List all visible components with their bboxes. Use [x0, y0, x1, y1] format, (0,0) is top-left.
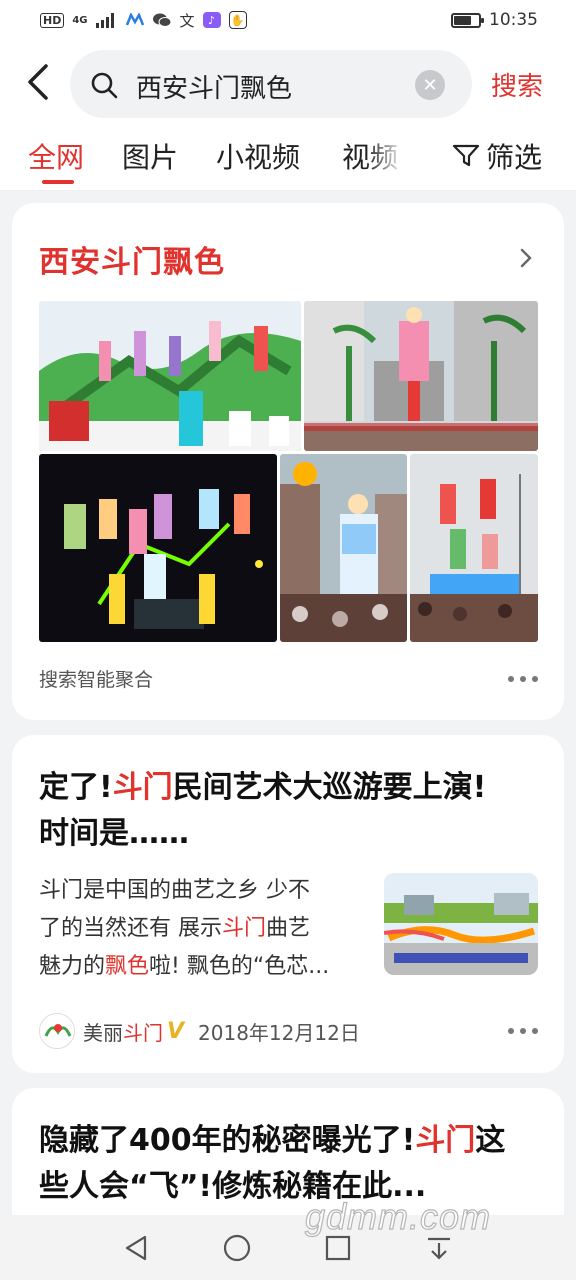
title-highlight: 斗门 [112, 770, 173, 805]
article-source[interactable]: 美丽 斗门 V 2018年12月12日 [39, 1013, 360, 1049]
title-text: 民间艺术大巡游要上演! [172, 770, 487, 805]
translate-icon: 文 [179, 11, 195, 30]
publish-date: 2018年12月12日 [198, 1020, 360, 1045]
status-icons: HD 4G 文 ♪ ✋ [40, 10, 247, 31]
snippet-text: 魅力的 [39, 954, 106, 979]
app-m-icon [125, 13, 144, 26]
result-image-2[interactable] [304, 301, 538, 451]
snippet-highlight: 斗门 [222, 916, 267, 941]
tab-all[interactable]: 全网 [28, 136, 84, 176]
filter-label: 筛选 [486, 141, 543, 174]
nav-home-icon[interactable] [222, 1233, 252, 1263]
aggregate-footer: 搜索智能聚合 [39, 669, 154, 691]
article-snippet: 斗门是中国的曲艺之乡 少不 了的当然还有 展示斗门曲艺 魅力的飘色啦! 飘色的“… [39, 872, 369, 986]
hd-icon: HD [40, 12, 65, 28]
search-input[interactable]: 西安斗门飘色 [136, 68, 292, 105]
tab-bar: 全网 图片 小视频 视频 筛选 [0, 126, 576, 191]
tab-divider [0, 190, 576, 191]
back-arrow-icon[interactable] [22, 62, 56, 102]
music-icon: ♪ [202, 12, 221, 28]
active-tab-indicator [42, 180, 74, 184]
tab-short-video[interactable]: 小视频 [216, 136, 300, 176]
snippet-text: 了的当然还有 展示 [39, 916, 222, 941]
title-text: 这 [475, 1123, 506, 1158]
source-name[interactable]: 美丽 [83, 1017, 123, 1046]
filter-icon [452, 144, 480, 167]
search-button[interactable]: 搜索 [491, 66, 543, 103]
snippet-text: 斗门是中国的曲艺之乡 少不 [39, 878, 310, 903]
source-name-highlight[interactable]: 斗门 [123, 1017, 163, 1046]
search-header: 西安斗门飘色 ✕ 搜索 [0, 40, 576, 126]
image-aggregate-card[interactable]: 西安斗门飘色 搜索智能聚合 [12, 203, 564, 720]
watermark-logo: gdmm.com [304, 1195, 492, 1237]
search-box[interactable]: 西安斗门飘色 ✕ [70, 50, 472, 118]
hand-icon: ✋ [228, 11, 247, 29]
filter-button[interactable]: 筛选 [452, 136, 542, 176]
battery-icon [451, 12, 484, 28]
source-avatar[interactable] [39, 1013, 75, 1049]
more-options-icon[interactable] [508, 676, 538, 684]
snippet-text: 曲艺 [266, 916, 311, 941]
search-icon [91, 72, 118, 99]
article-title[interactable]: 定了!斗门民间艺术大巡游要上演! 时间是…… [39, 765, 486, 857]
article-card[interactable]: 定了!斗门民间艺术大巡游要上演! 时间是…… 斗门是中国的曲艺之乡 少不 了的当… [12, 735, 564, 1073]
network-type-label: 4G [72, 14, 88, 26]
clock: 10:35 [489, 10, 538, 30]
chevron-right-icon[interactable] [518, 245, 534, 271]
title-highlight: 斗门 [415, 1123, 476, 1158]
article-thumbnail[interactable] [384, 873, 538, 975]
result-image-4[interactable] [280, 454, 407, 642]
nav-back-icon[interactable] [121, 1233, 151, 1263]
clear-icon[interactable]: ✕ [415, 70, 445, 100]
title-text: 隐藏了400年的秘密曝光了! [39, 1123, 416, 1158]
result-image-3[interactable] [39, 454, 277, 642]
aggregate-title[interactable]: 西安斗门飘色 [39, 237, 225, 281]
snippet-text: 啦! 飘色的“色芯... [149, 954, 330, 979]
verified-icon: V [167, 1018, 185, 1044]
title-text: 定了! [39, 770, 113, 805]
title-text: 时间是…… [39, 816, 189, 851]
result-image-1[interactable] [39, 301, 301, 451]
signal-icon [95, 13, 114, 28]
tab-video[interactable]: 视频 [342, 136, 398, 176]
snippet-highlight: 飘色 [105, 954, 150, 979]
wechat-icon [152, 13, 172, 27]
result-image-5[interactable] [410, 454, 538, 642]
more-options-icon[interactable] [508, 1028, 538, 1036]
status-bar: HD 4G 文 ♪ ✋ 10:35 [0, 0, 576, 40]
tab-images[interactable]: 图片 [122, 136, 178, 176]
